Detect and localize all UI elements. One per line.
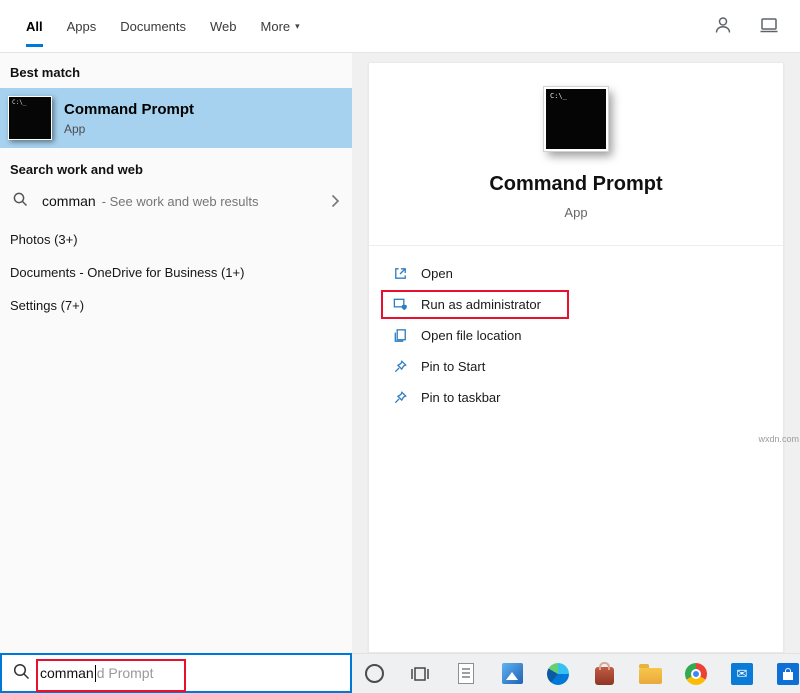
command-prompt-icon-large: C:\_ [543,86,609,152]
category-settings[interactable]: Settings (7+) [0,289,352,322]
search-icon [12,191,28,212]
mail-icon[interactable] [730,661,754,687]
search-filter-bar: All Apps Documents Web More [0,0,800,53]
suggestion-hint: - See work and web results [101,193,259,209]
open-icon [391,265,409,283]
watermark: wxdn.com [758,434,799,444]
document-icon[interactable] [454,661,478,687]
suggestion-query: comman [42,193,96,209]
text-caret [94,664,96,682]
action-label: Open [421,266,453,281]
shopping-bag-icon[interactable] [592,661,616,687]
search-icon [12,662,30,685]
pin-icon [391,358,409,376]
run-as-admin-icon [391,296,409,314]
taskbar [352,653,800,693]
cortana-icon[interactable] [362,661,386,687]
pin-icon [391,389,409,407]
user-account-icon[interactable] [712,14,734,41]
photos-icon[interactable] [500,661,524,687]
terminal-glyph: C:\_ [550,92,567,100]
tab-more-label: More [260,19,291,34]
search-typed-text: comman [40,665,94,681]
edge-icon[interactable] [546,661,570,687]
file-explorer-icon[interactable] [638,661,662,687]
tab-documents[interactable]: Documents [120,0,186,53]
search-web-header: Search work and web [10,162,143,177]
web-suggestion-row[interactable]: comman - See work and web results [0,183,352,219]
action-open-file-location[interactable]: Open file location [381,321,549,350]
search-tabs: All Apps Documents Web More [26,0,300,53]
chrome-icon[interactable] [684,661,708,687]
store-icon[interactable] [776,661,800,687]
tab-documents-label: Documents [120,19,187,34]
best-match-result[interactable]: C:\_ Command Prompt App [0,88,352,148]
action-open[interactable]: Open [381,259,481,288]
action-label: Pin to taskbar [421,390,501,405]
category-photos[interactable]: Photos (3+) [0,223,352,256]
tab-all-label: All [26,19,43,34]
device-icon[interactable] [758,14,780,41]
category-documents-onedrive[interactable]: Documents - OneDrive for Business (1+) [0,256,352,289]
action-label: Pin to Start [421,359,486,374]
action-pin-to-start[interactable]: Pin to Start [381,352,513,381]
action-run-as-administrator[interactable]: Run as administrator [381,290,569,319]
best-match-subtitle: App [64,121,86,136]
task-view-icon[interactable] [408,661,432,687]
search-input[interactable]: comman d Prompt [0,653,352,693]
preview-subtitle: App [564,205,588,220]
context-actions: Open Run as administrator Open file loca… [381,259,569,412]
chevron-right-icon [331,194,340,208]
action-pin-to-taskbar[interactable]: Pin to taskbar [381,383,529,412]
tab-apps-label: Apps [66,19,97,34]
terminal-glyph: C:\_ [12,99,27,106]
chevron-down-icon [295,21,300,32]
tab-all[interactable]: All [26,0,43,53]
windows-search-flyout: All Apps Documents Web More ▾ Best match… [0,0,800,693]
divider [369,245,783,246]
tab-web-label: Web [210,19,237,34]
action-label: Run as administrator [421,297,541,312]
search-autocomplete-text: d Prompt [96,665,154,681]
command-prompt-icon: C:\_ [8,96,52,140]
best-match-title: Command Prompt [64,100,195,118]
tab-apps[interactable]: Apps [67,0,97,53]
open-file-location-icon [391,327,409,345]
best-match-header: Best match [10,65,81,80]
tab-more[interactable]: More [261,0,300,53]
search-results-panel: Best match C:\_ Command Prompt App Searc… [0,53,352,653]
preview-title: Command Prompt [489,173,663,195]
tab-web[interactable]: Web [210,0,237,53]
action-label: Open file location [421,328,522,343]
app-preview-panel: C:\_ Command Prompt App Open Run as admi… [368,62,784,653]
